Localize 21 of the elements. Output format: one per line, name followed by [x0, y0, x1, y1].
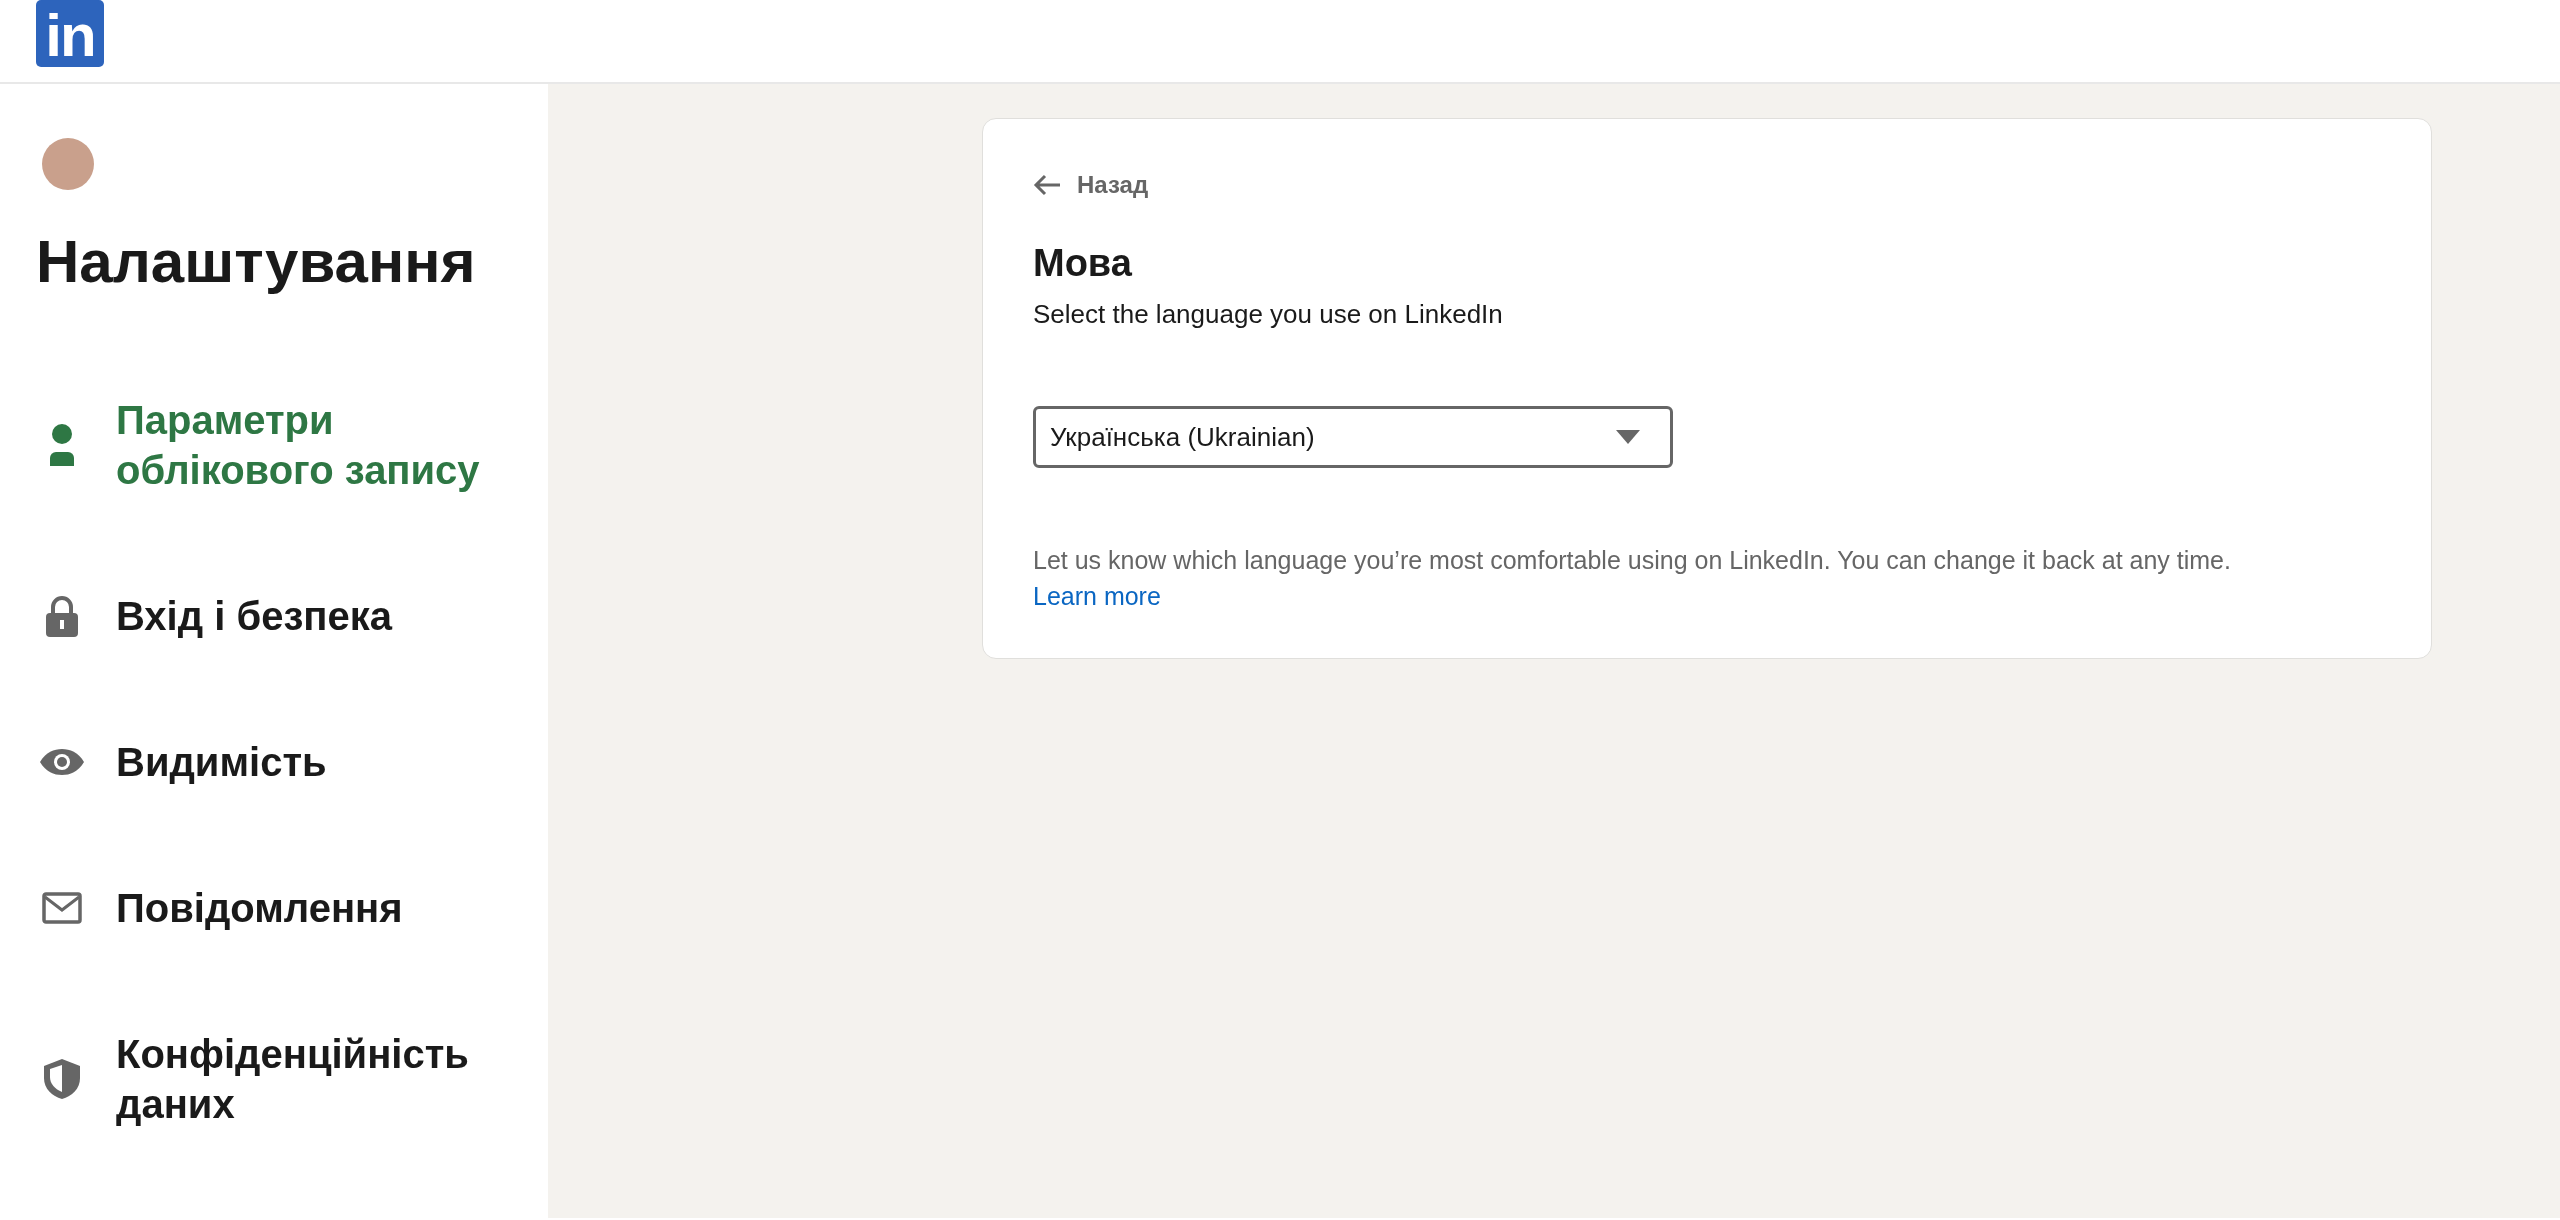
page-title: Налаштування [36, 227, 477, 297]
shield-icon [43, 1058, 81, 1100]
language-select[interactable]: Українська (Ukrainian) [1033, 406, 1673, 468]
back-arrow-icon [1033, 174, 1061, 196]
settings-nav-item[interactable]: Вхід і безпека [36, 591, 548, 641]
section-title: Мова [1033, 241, 1133, 285]
settings-nav-item[interactable]: Конфіденційність даних [36, 1029, 548, 1129]
settings-nav-item[interactable]: Параметри облікового запису [36, 395, 548, 495]
help-text: Let us know which language you’re most comfortable using on LinkedIn. You can change it back at any time. [1033, 545, 2232, 576]
envelope-icon [42, 892, 82, 924]
back-link[interactable]: Назад [1033, 167, 2381, 203]
learn-more-link[interactable]: Learn more [1033, 578, 1161, 614]
logo[interactable]: in [36, 0, 104, 67]
settings-nav-item[interactable]: Повідомлення [36, 883, 548, 933]
settings-nav-item[interactable]: Видимість [36, 737, 548, 787]
section-subtitle: Select the language you use on LinkedIn [1033, 298, 1504, 331]
caret-icon [1616, 430, 1640, 444]
person-icon [50, 424, 74, 466]
avatar-placeholder[interactable] [42, 138, 94, 190]
lock-icon [45, 595, 79, 637]
eye-icon [40, 749, 84, 775]
